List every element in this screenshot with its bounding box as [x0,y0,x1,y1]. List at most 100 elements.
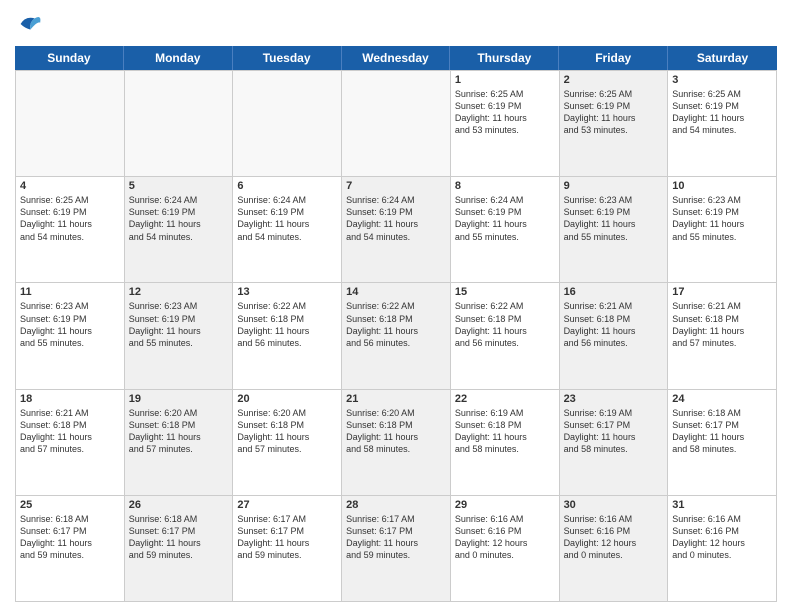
day-content: Sunrise: 6:23 AM Sunset: 6:19 PM Dayligh… [20,300,120,349]
day-number: 19 [129,393,229,405]
logo-icon [15,10,43,38]
calendar-row-2: 11 Sunrise: 6:23 AM Sunset: 6:19 PM Dayli… [15,283,777,389]
day-content: Sunrise: 6:22 AM Sunset: 6:18 PM Dayligh… [237,300,337,349]
day-cell-27: 27 Sunrise: 6:17 AM Sunset: 6:17 PM Dayli… [233,496,342,601]
day-content: Sunrise: 6:18 AM Sunset: 6:17 PM Dayligh… [672,407,772,456]
day-content: Sunrise: 6:19 AM Sunset: 6:17 PM Dayligh… [564,407,664,456]
day-content: Sunrise: 6:25 AM Sunset: 6:19 PM Dayligh… [455,88,555,137]
day-number: 29 [455,499,555,511]
day-cell-11: 11 Sunrise: 6:23 AM Sunset: 6:19 PM Dayli… [16,283,125,388]
calendar-header: SundayMondayTuesdayWednesdayThursdayFrid… [15,46,777,70]
day-cell-23: 23 Sunrise: 6:19 AM Sunset: 6:17 PM Dayli… [560,390,669,495]
day-number: 27 [237,499,337,511]
day-content: Sunrise: 6:18 AM Sunset: 6:17 PM Dayligh… [20,513,120,562]
calendar: SundayMondayTuesdayWednesdayThursdayFrid… [15,46,777,602]
day-cell-31: 31 Sunrise: 6:16 AM Sunset: 6:16 PM Dayli… [668,496,777,601]
day-cell-21: 21 Sunrise: 6:20 AM Sunset: 6:18 PM Dayli… [342,390,451,495]
day-number: 30 [564,499,664,511]
header-day-monday: Monday [124,46,233,70]
day-number: 31 [672,499,772,511]
day-content: Sunrise: 6:24 AM Sunset: 6:19 PM Dayligh… [455,194,555,243]
header-day-tuesday: Tuesday [233,46,342,70]
day-cell-19: 19 Sunrise: 6:20 AM Sunset: 6:18 PM Dayli… [125,390,234,495]
day-number: 26 [129,499,229,511]
day-number: 18 [20,393,120,405]
day-content: Sunrise: 6:18 AM Sunset: 6:17 PM Dayligh… [129,513,229,562]
day-content: Sunrise: 6:19 AM Sunset: 6:18 PM Dayligh… [455,407,555,456]
day-number: 25 [20,499,120,511]
calendar-row-4: 25 Sunrise: 6:18 AM Sunset: 6:17 PM Dayli… [15,496,777,602]
day-content: Sunrise: 6:20 AM Sunset: 6:18 PM Dayligh… [129,407,229,456]
day-cell-25: 25 Sunrise: 6:18 AM Sunset: 6:17 PM Dayli… [16,496,125,601]
day-cell-8: 8 Sunrise: 6:24 AM Sunset: 6:19 PM Daylig… [451,177,560,282]
day-number: 6 [237,180,337,192]
day-cell-5: 5 Sunrise: 6:24 AM Sunset: 6:19 PM Daylig… [125,177,234,282]
day-content: Sunrise: 6:25 AM Sunset: 6:19 PM Dayligh… [564,88,664,137]
day-number: 22 [455,393,555,405]
day-number: 20 [237,393,337,405]
day-content: Sunrise: 6:20 AM Sunset: 6:18 PM Dayligh… [237,407,337,456]
day-cell-20: 20 Sunrise: 6:20 AM Sunset: 6:18 PM Dayli… [233,390,342,495]
day-number: 24 [672,393,772,405]
day-content: Sunrise: 6:22 AM Sunset: 6:18 PM Dayligh… [346,300,446,349]
day-content: Sunrise: 6:24 AM Sunset: 6:19 PM Dayligh… [237,194,337,243]
day-cell-13: 13Sunrise: 6:22 AM Sunset: 6:18 PM Dayli… [233,283,342,388]
empty-cell [342,71,451,176]
day-cell-30: 30Sunrise: 6:16 AM Sunset: 6:16 PM Dayli… [560,496,669,601]
day-content: Sunrise: 6:21 AM Sunset: 6:18 PM Dayligh… [564,300,664,349]
day-cell-2: 2Sunrise: 6:25 AM Sunset: 6:19 PM Daylig… [560,71,669,176]
day-number: 21 [346,393,446,405]
day-number: 8 [455,180,555,192]
empty-cell [233,71,342,176]
header-day-wednesday: Wednesday [342,46,451,70]
day-number: 5 [129,180,229,192]
day-number: 4 [20,180,120,192]
day-number: 1 [455,74,555,86]
day-cell-6: 6 Sunrise: 6:24 AM Sunset: 6:19 PM Daylig… [233,177,342,282]
day-content: Sunrise: 6:20 AM Sunset: 6:18 PM Dayligh… [346,407,446,456]
day-content: Sunrise: 6:16 AM Sunset: 6:16 PM Dayligh… [672,513,772,562]
day-number: 7 [346,180,446,192]
day-number: 16 [564,286,664,298]
day-cell-29: 29Sunrise: 6:16 AM Sunset: 6:16 PM Dayli… [451,496,560,601]
page: SundayMondayTuesdayWednesdayThursdayFrid… [0,0,792,612]
day-number: 17 [672,286,772,298]
day-content: Sunrise: 6:24 AM Sunset: 6:19 PM Dayligh… [129,194,229,243]
day-cell-15: 15 Sunrise: 6:22 AM Sunset: 6:18 PM Dayli… [451,283,560,388]
day-cell-12: 12 Sunrise: 6:23 AM Sunset: 6:19 PM Dayli… [125,283,234,388]
day-number: 9 [564,180,664,192]
calendar-row-0: 1 Sunrise: 6:25 AM Sunset: 6:19 PM Daylig… [15,70,777,177]
day-cell-16: 16 Sunrise: 6:21 AM Sunset: 6:18 PM Dayli… [560,283,669,388]
day-cell-9: 9Sunrise: 6:23 AM Sunset: 6:19 PM Daylig… [560,177,669,282]
calendar-body: 1 Sunrise: 6:25 AM Sunset: 6:19 PM Daylig… [15,70,777,602]
day-cell-10: 10 Sunrise: 6:23 AM Sunset: 6:19 PM Dayli… [668,177,777,282]
calendar-row-1: 4Sunrise: 6:25 AM Sunset: 6:19 PM Daylig… [15,177,777,283]
day-cell-18: 18Sunrise: 6:21 AM Sunset: 6:18 PM Dayli… [16,390,125,495]
day-content: Sunrise: 6:17 AM Sunset: 6:17 PM Dayligh… [346,513,446,562]
header-day-saturday: Saturday [668,46,777,70]
day-number: 10 [672,180,772,192]
day-content: Sunrise: 6:22 AM Sunset: 6:18 PM Dayligh… [455,300,555,349]
calendar-row-3: 18Sunrise: 6:21 AM Sunset: 6:18 PM Dayli… [15,390,777,496]
logo [15,10,47,38]
day-number: 12 [129,286,229,298]
empty-cell [16,71,125,176]
day-cell-28: 28Sunrise: 6:17 AM Sunset: 6:17 PM Dayli… [342,496,451,601]
day-cell-22: 22 Sunrise: 6:19 AM Sunset: 6:18 PM Dayli… [451,390,560,495]
day-content: Sunrise: 6:21 AM Sunset: 6:18 PM Dayligh… [672,300,772,349]
day-content: Sunrise: 6:25 AM Sunset: 6:19 PM Dayligh… [672,88,772,137]
day-number: 3 [672,74,772,86]
day-content: Sunrise: 6:17 AM Sunset: 6:17 PM Dayligh… [237,513,337,562]
day-number: 14 [346,286,446,298]
day-content: Sunrise: 6:23 AM Sunset: 6:19 PM Dayligh… [672,194,772,243]
day-cell-14: 14 Sunrise: 6:22 AM Sunset: 6:18 PM Dayli… [342,283,451,388]
day-number: 15 [455,286,555,298]
day-cell-4: 4Sunrise: 6:25 AM Sunset: 6:19 PM Daylig… [16,177,125,282]
day-number: 11 [20,286,120,298]
header-day-sunday: Sunday [15,46,124,70]
day-content: Sunrise: 6:23 AM Sunset: 6:19 PM Dayligh… [129,300,229,349]
header [15,10,777,38]
day-cell-3: 3 Sunrise: 6:25 AM Sunset: 6:19 PM Daylig… [668,71,777,176]
day-number: 23 [564,393,664,405]
day-cell-17: 17 Sunrise: 6:21 AM Sunset: 6:18 PM Dayli… [668,283,777,388]
